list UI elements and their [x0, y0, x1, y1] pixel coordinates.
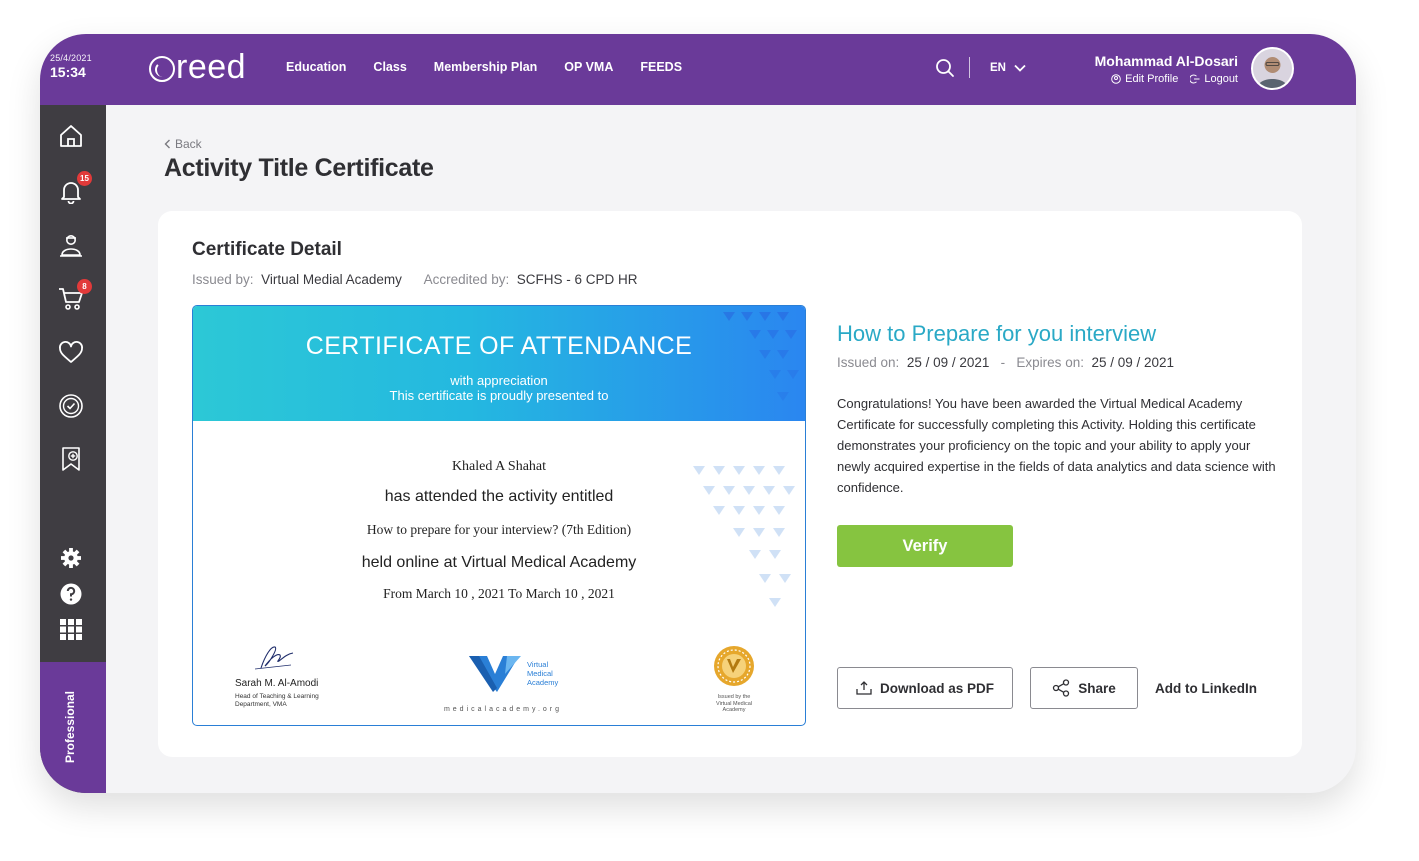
certificate-preview: CERTIFICATE OF ATTENDANCE with appreciat…	[192, 305, 806, 726]
clock-time: 15:34	[50, 64, 86, 80]
user-name: Mohammad Al-Dosari	[1094, 53, 1238, 69]
signature-icon	[254, 646, 294, 670]
chevron-down-icon	[1014, 64, 1026, 72]
held-online-line: held online at Virtual Medical Academy	[361, 554, 637, 571]
verify-button[interactable]: Verify	[837, 525, 1013, 567]
cart-badge: 8	[77, 279, 92, 294]
profile-mode-label: Professional	[63, 690, 77, 764]
attended-line: has attended the activity entitled	[384, 488, 614, 505]
logout-icon	[1190, 74, 1200, 84]
bell-icon[interactable]: 15	[58, 171, 92, 205]
seal-caption: Issued by the Virtual Medical Academy	[716, 694, 752, 713]
date-separator: -	[1000, 355, 1006, 370]
user-links: Edit Profile Logout	[1111, 73, 1238, 85]
upload-icon	[856, 681, 872, 695]
search-icon[interactable]	[935, 58, 955, 78]
app-logo[interactable]: reed	[149, 49, 246, 89]
nav-item-class[interactable]: Class	[373, 60, 406, 74]
back-label: Back	[175, 137, 202, 151]
nav-item-membership-plan[interactable]: Membership Plan	[434, 60, 538, 74]
certificate-subtitle: with appreciation	[450, 373, 548, 388]
instructor-icon[interactable]	[58, 232, 84, 258]
vma-logo-icon	[469, 656, 521, 692]
issued-on-label: Issued on:	[837, 355, 900, 370]
bookmark-add-icon[interactable]	[58, 446, 84, 472]
logout-link[interactable]: Logout	[1190, 73, 1238, 85]
user-circle-icon	[1111, 74, 1121, 84]
certificate-presented-line: This certificate is proudly presented to	[389, 388, 609, 403]
recipient-name: Khaled A Shahat	[451, 459, 547, 474]
add-to-linkedin-link[interactable]: Add to LinkedIn	[1155, 681, 1257, 696]
issued-by-label: Issued by:	[192, 272, 254, 287]
validity-dates: Issued on: 25 / 09 / 2021 - Expires on: …	[837, 355, 1174, 370]
download-pdf-label: Download as PDF	[879, 680, 994, 696]
home-icon[interactable]	[58, 123, 84, 149]
logo-mark-icon	[149, 56, 175, 82]
share-button[interactable]: Share	[1030, 667, 1138, 709]
issued-on-value: 25 / 09 / 2021	[906, 355, 990, 370]
nav-item-education[interactable]: Education	[286, 60, 346, 74]
vma-wordmark: Virtual Medical Academy	[527, 660, 559, 687]
certificate-title: CERTIFICATE OF ATTENDANCE	[305, 332, 693, 360]
logo-text: reed	[176, 48, 247, 86]
signer-role: Head of Teaching & Learning Department, …	[235, 693, 319, 708]
download-pdf-button[interactable]: Download as PDF	[837, 667, 1013, 709]
app-window: 25/4/2021 15:34 reed Education Class Mem…	[40, 34, 1356, 793]
chevron-left-icon	[164, 139, 170, 149]
edit-profile-link[interactable]: Edit Profile	[1111, 73, 1178, 85]
share-icon	[1053, 679, 1070, 697]
card-title: Certificate Detail	[192, 239, 342, 260]
logout-label: Logout	[1204, 73, 1238, 85]
sidebar: 15 8 Professional	[40, 105, 106, 793]
vma-url: medicalacademy.org	[443, 706, 563, 713]
accredited-by-label: Accredited by:	[423, 272, 510, 287]
page-title: Activity Title Certificate	[164, 154, 434, 182]
profile-mode-switch[interactable]: Professional	[40, 662, 106, 793]
vma-logo: Virtual Medical Academy medicalacademy.o…	[423, 652, 583, 713]
cart-icon[interactable]: 8	[58, 279, 92, 312]
divider	[969, 57, 970, 78]
certificate-meta: Issued by: Virtual Medial Academy Accred…	[192, 272, 637, 287]
signer-name: Sarah M. Al-Amodi	[235, 678, 319, 689]
expires-on-value: 25 / 09 / 2021	[1091, 355, 1175, 370]
signature-block: Sarah M. Al-Amodi Head of Teaching & Lea…	[235, 641, 345, 708]
expires-on-label: Expires on:	[1016, 355, 1084, 370]
edit-profile-label: Edit Profile	[1125, 73, 1179, 85]
nav-item-feeds[interactable]: FEEDS	[640, 60, 682, 74]
notification-badge: 15	[77, 171, 92, 186]
certificate-description: Congratulations! You have been awarded t…	[837, 396, 1276, 495]
clock-date: 25/4/2021	[50, 53, 92, 63]
certificate-detail-card: Certificate Detail Issued by: Virtual Me…	[158, 211, 1302, 757]
accreditation-seal: Issued by the Virtual Medical Academy	[704, 644, 764, 714]
clock: 25/4/2021 15:34	[50, 53, 106, 80]
help-icon[interactable]	[58, 581, 84, 607]
seal-icon	[714, 646, 754, 686]
nav-item-op-vma[interactable]: OP VMA	[564, 60, 613, 74]
certificate-header: CERTIFICATE OF ATTENDANCE with appreciat…	[193, 306, 805, 421]
gear-icon[interactable]	[58, 545, 84, 571]
back-link[interactable]: Back	[164, 137, 202, 151]
course-title: How to Prepare for you interview	[837, 321, 1157, 346]
top-bar: 25/4/2021 15:34 reed Education Class Mem…	[40, 34, 1356, 105]
certificate-badge-icon[interactable]	[58, 393, 84, 419]
accredited-by-value: SCFHS - 6 CPD HR	[516, 272, 638, 287]
certificate-dates: From March 10 , 2021 To March 10 , 2021	[383, 586, 615, 601]
language-selector[interactable]: EN	[990, 62, 1026, 74]
avatar[interactable]	[1251, 47, 1294, 90]
grid-icon[interactable]	[58, 616, 84, 642]
main-nav: Education Class Membership Plan OP VMA F…	[286, 60, 682, 74]
heart-icon[interactable]	[58, 340, 84, 366]
issued-by-value: Virtual Medial Academy	[261, 272, 402, 287]
share-label: Share	[1078, 680, 1116, 696]
language-label: EN	[990, 62, 1006, 74]
activity-name: How to prepare for your interview? (7th …	[366, 522, 632, 537]
